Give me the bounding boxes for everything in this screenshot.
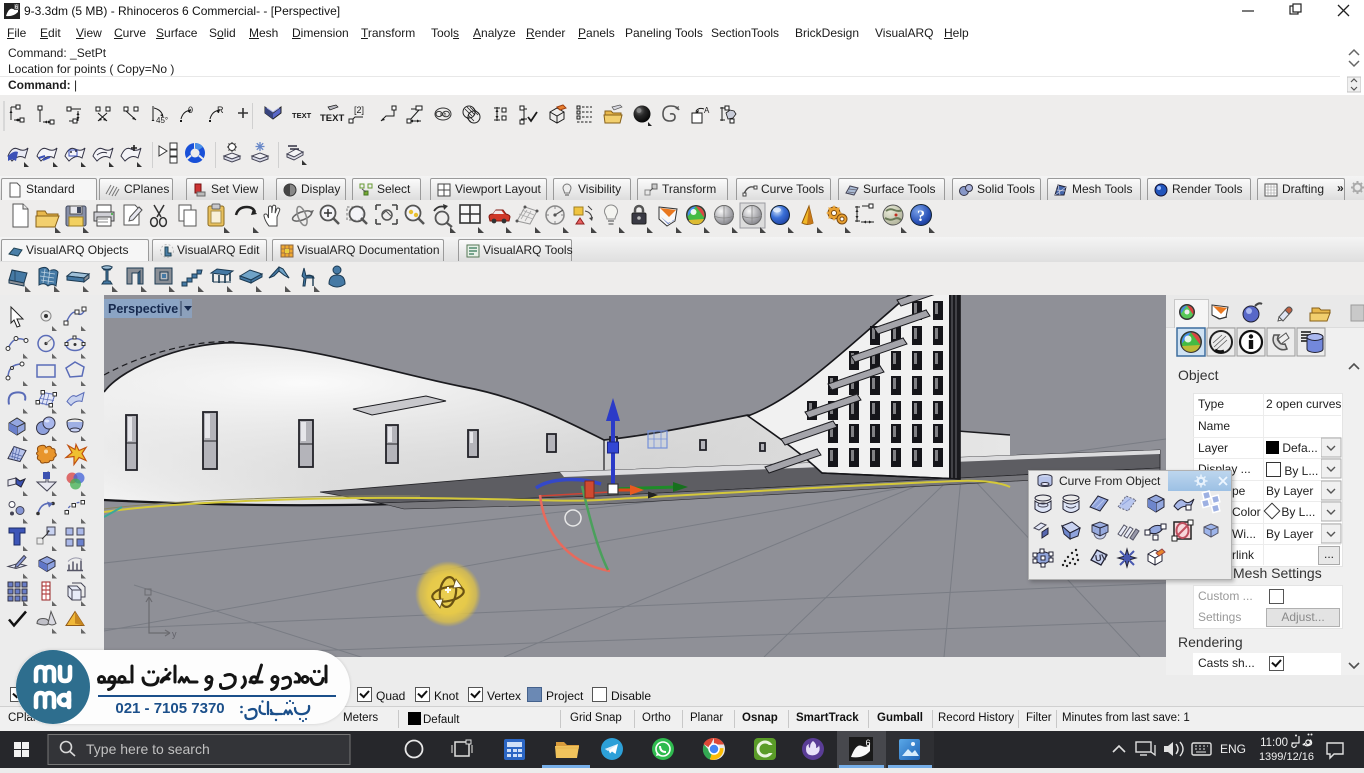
svg-text:Perspective: Perspective [108,302,178,316]
svg-text:?: ? [917,208,925,225]
svg-text:6: 6 [865,738,870,748]
svg-text:TEXT: TEXT [292,111,312,120]
svg-text:A: A [704,106,710,115]
svg-text:Curve From Object: Curve From Object [1059,474,1161,488]
svg-text:1399/12/16: 1399/12/16 [1259,751,1314,763]
svg-text:Type here to search: Type here to search [86,741,210,757]
svg-text:UV: UV [1094,552,1108,564]
svg-text:0: 0 [188,105,193,115]
svg-text:[2]: [2] [354,105,364,115]
svg-text:TEXT: TEXT [320,113,344,124]
svg-text:R: R [217,105,224,115]
svg-text:45°: 45° [156,116,168,125]
svg-text:ENG: ENG [1220,742,1246,756]
svg-text:11:00: 11:00 [1260,737,1288,749]
svg-text:y: y [172,629,177,639]
svg-text:ish: ish [440,112,447,118]
